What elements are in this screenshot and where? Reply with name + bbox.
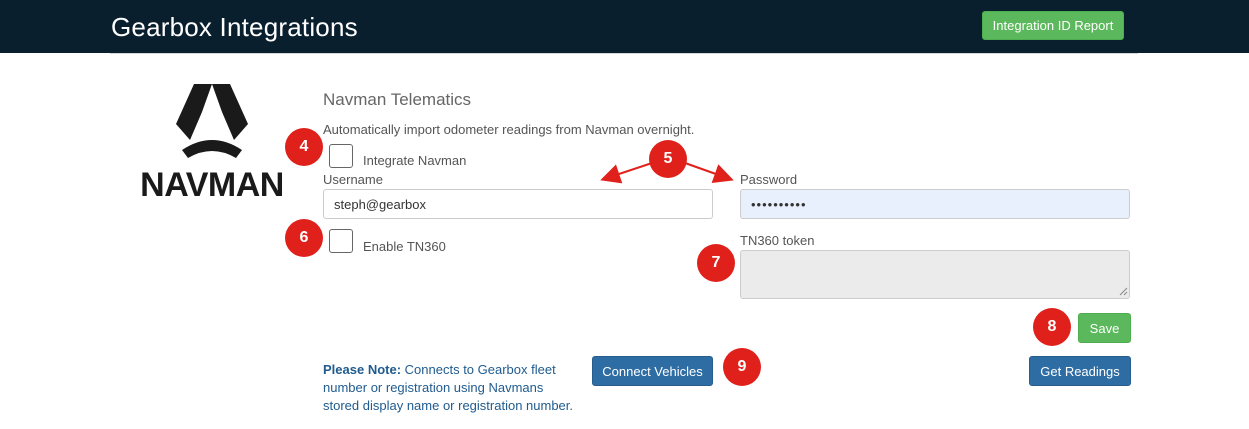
top-navbar: Gearbox Integrations Integration ID Repo… [0,0,1249,53]
enable-tn360-checkbox[interactable] [329,229,353,253]
annotation-badge-4: 4 [285,128,323,166]
navman-logo: NAVMAN [134,80,290,204]
password-label: Password [740,172,798,187]
tn360-token-label: TN360 token [740,233,815,248]
annotation-badge-5: 5 [649,140,687,178]
integrate-navman-label: Integrate Navman [363,153,467,168]
annotation-badge-9: 9 [723,348,761,386]
connect-vehicles-button[interactable]: Connect Vehicles [592,356,713,386]
username-label: Username [323,172,383,187]
note-prefix: Please Note: [323,362,402,377]
password-input[interactable] [740,189,1130,219]
section-description: Automatically import odometer readings f… [323,122,695,137]
save-button[interactable]: Save [1078,313,1131,343]
header-divider [110,53,1138,54]
get-readings-button[interactable]: Get Readings [1029,356,1131,386]
navman-logo-text: NAVMAN [140,166,284,204]
enable-tn360-label: Enable TN360 [363,239,446,254]
annotation-badge-8: 8 [1033,308,1071,346]
navman-emblem-icon [176,84,248,158]
section-title: Navman Telematics [323,90,472,109]
integrate-navman-checkbox[interactable] [329,144,353,168]
annotation-badge-6: 6 [285,219,323,257]
annotation-badge-7: 7 [697,244,735,282]
app-title: Gearbox Integrations [111,12,358,42]
username-input[interactable] [323,189,713,219]
integration-id-report-button[interactable]: Integration ID Report [982,11,1124,40]
resize-grip-icon[interactable] [1118,286,1128,296]
please-note-text: Please Note: Connects to Gearbox fleet n… [323,361,573,415]
tn360-token-textarea[interactable] [740,250,1130,299]
